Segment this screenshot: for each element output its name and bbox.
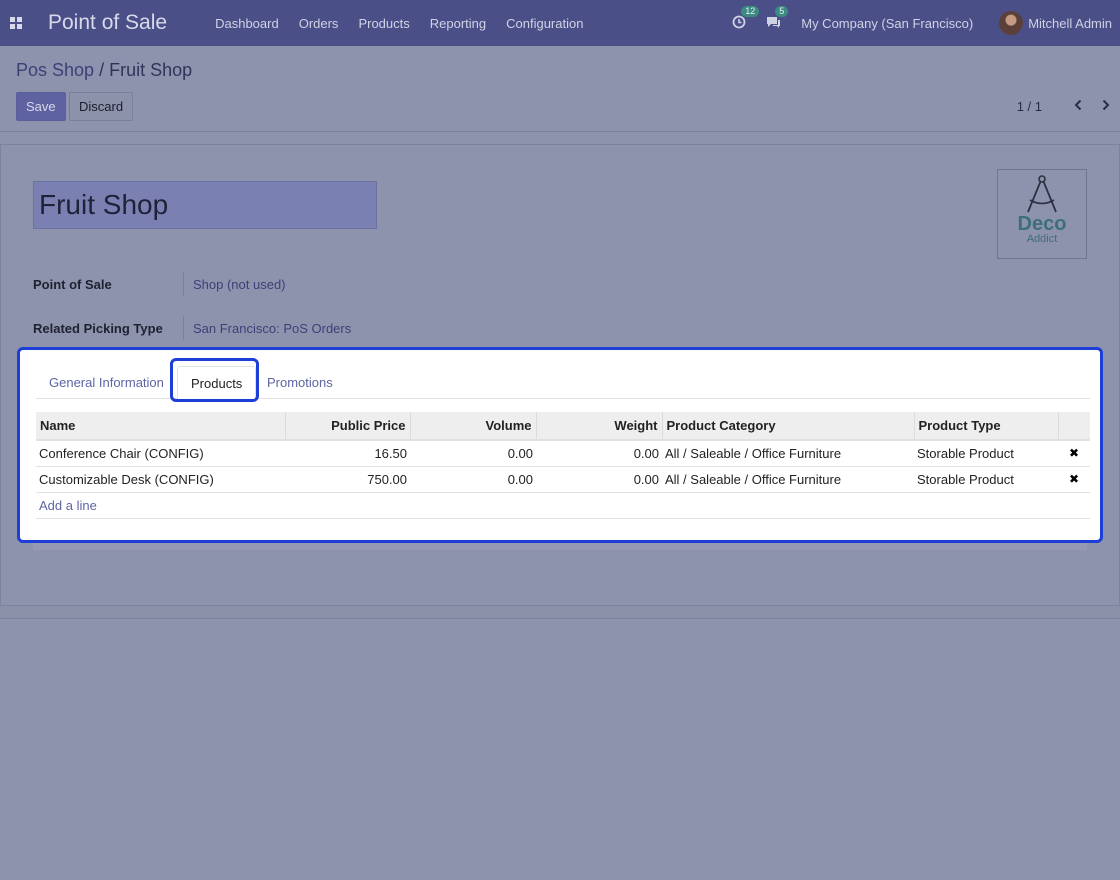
column-name[interactable]: Name <box>36 412 286 441</box>
column-weight[interactable]: Weight <box>536 412 663 441</box>
systray: 12 5 My Company (San Francisco) Mitchell… <box>732 0 1120 46</box>
activity-clock-icon[interactable]: 12 <box>732 5 760 32</box>
row-name[interactable]: Conference Chair (CONFIG) <box>36 440 285 467</box>
add-line-link[interactable]: Add a line <box>36 492 1090 519</box>
tab-promotions[interactable]: Promotions <box>254 366 346 399</box>
row-name[interactable]: Customizable Desk (CONFIG) <box>36 466 285 493</box>
menu-dashboard[interactable]: Dashboard <box>215 16 279 31</box>
picking-type-label: Related Picking Type <box>33 321 163 336</box>
notebook-tabs: General Information Products Promotions <box>36 366 1090 400</box>
message-count-badge: 5 <box>775 5 789 17</box>
column-product-category[interactable]: Product Category <box>662 412 915 441</box>
add-line-row: Add a line <box>36 492 1090 519</box>
column-actions <box>1058 412 1090 441</box>
top-navbar: Point of Sale Dashboard Orders Products … <box>0 0 1120 46</box>
chevron-left-icon[interactable] <box>1064 98 1092 116</box>
table-row[interactable]: Conference Chair (CONFIG) 16.50 0.00 0.0… <box>36 440 1090 467</box>
tab-products[interactable]: Products <box>177 366 257 400</box>
notebook-bottom-strip <box>33 543 1087 550</box>
row-category[interactable]: All / Saleable / Office Furniture <box>662 440 914 467</box>
tab-general-information[interactable]: General Information <box>36 366 177 399</box>
row-price[interactable]: 750.00 <box>285 466 410 493</box>
table-header-row: Name Public Price Volume Weight Product … <box>36 412 1090 441</box>
breadcrumb-parent-link[interactable]: Pos Shop <box>16 60 94 80</box>
menu-reporting[interactable]: Reporting <box>430 16 486 31</box>
company-logo: Deco Addict <box>997 169 1087 259</box>
row-volume[interactable]: 0.00 <box>410 440 536 467</box>
control-panel: Pos Shop / Fruit Shop Save Discard 1 / 1 <box>0 46 1120 132</box>
column-public-price[interactable]: Public Price <box>285 412 411 441</box>
app-title[interactable]: Point of Sale <box>48 11 167 35</box>
apps-menu-icon[interactable] <box>0 0 32 46</box>
delete-row-icon[interactable]: ✖ <box>1058 440 1090 467</box>
row-category[interactable]: All / Saleable / Office Furniture <box>662 466 914 493</box>
notebook-panel: General Information Products Promotions … <box>17 347 1103 543</box>
delete-row-icon[interactable]: ✖ <box>1058 466 1090 493</box>
discard-button[interactable]: Discard <box>69 92 134 121</box>
menu-configuration[interactable]: Configuration <box>506 16 583 31</box>
user-menu[interactable]: Mitchell Admin <box>999 11 1112 35</box>
breadcrumb-current: Fruit Shop <box>109 60 193 80</box>
row-volume[interactable]: 0.00 <box>410 466 536 493</box>
row-price[interactable]: 16.50 <box>285 440 410 467</box>
row-type[interactable]: Storable Product <box>914 466 1058 493</box>
breadcrumb: Pos Shop / Fruit Shop <box>16 60 192 81</box>
point-of-sale-field[interactable]: Shop (not used) <box>183 272 286 296</box>
products-table: Name Public Price Volume Weight Product … <box>36 412 1090 519</box>
save-button[interactable]: Save <box>16 92 66 121</box>
pager: 1 / 1 <box>1017 92 1120 121</box>
row-weight[interactable]: 0.00 <box>536 440 662 467</box>
shop-name-input[interactable]: Fruit Shop <box>33 181 377 229</box>
menu-products[interactable]: Products <box>358 16 409 31</box>
main-menu: Dashboard Orders Products Reporting Conf… <box>215 16 603 31</box>
column-product-type[interactable]: Product Type <box>914 412 1059 441</box>
sheet-footer-strip <box>0 606 1120 619</box>
chevron-right-icon[interactable] <box>1092 98 1120 116</box>
user-name: Mitchell Admin <box>1028 15 1112 31</box>
table-row[interactable]: Customizable Desk (CONFIG) 750.00 0.00 0… <box>36 466 1090 493</box>
point-of-sale-label: Point of Sale <box>33 277 112 292</box>
messages-chat-icon[interactable]: 5 <box>766 5 789 32</box>
avatar <box>999 11 1024 35</box>
menu-orders[interactable]: Orders <box>299 16 339 31</box>
logo-name: Deco <box>1017 213 1067 235</box>
breadcrumb-separator: / <box>99 60 105 80</box>
column-volume[interactable]: Volume <box>410 412 537 441</box>
row-weight[interactable]: 0.00 <box>536 466 662 493</box>
logo-subtitle: Addict <box>1026 233 1058 245</box>
picking-type-field[interactable]: San Francisco: PoS Orders <box>183 316 351 340</box>
compass-logo-icon <box>1027 175 1057 213</box>
row-type[interactable]: Storable Product <box>914 440 1058 467</box>
company-switcher[interactable]: My Company (San Francisco) <box>801 16 973 31</box>
pager-value[interactable]: 1 / 1 <box>1017 99 1042 114</box>
activity-count-badge: 12 <box>741 5 760 17</box>
